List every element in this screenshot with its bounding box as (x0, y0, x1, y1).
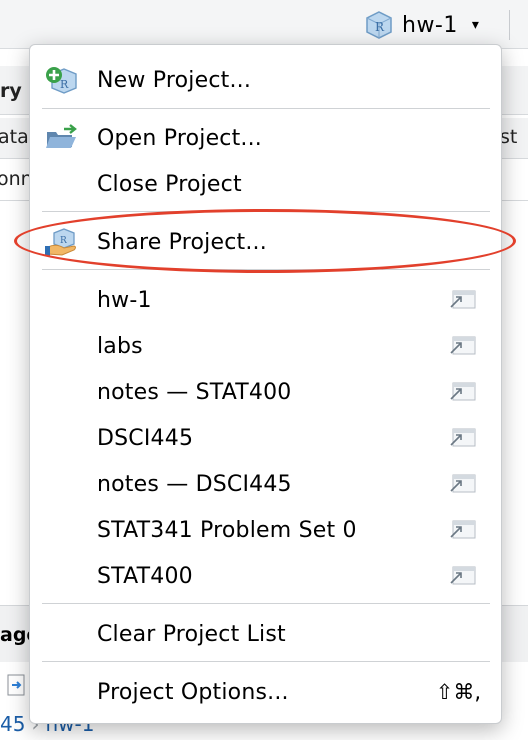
menu-item-share-project[interactable]: R Share Project... (30, 222, 501, 262)
menu-divider (42, 603, 490, 604)
menu-divider (42, 269, 490, 270)
project-name: hw-1 (402, 12, 458, 38)
menu-item-open-project[interactable]: Open Project... (30, 118, 501, 158)
recent-project-item[interactable]: STAT341 Problem Set 0 (30, 510, 501, 550)
pane-right-tab-strip (498, 66, 528, 115)
menu-item-label: Project Options... (97, 679, 289, 705)
menu-item-clear-project-list[interactable]: Clear Project List (30, 614, 501, 654)
menu-divider (42, 211, 490, 212)
menu-item-label: Share Project... (97, 229, 267, 255)
svg-text:R: R (375, 20, 385, 34)
open-in-new-session-icon[interactable] (447, 519, 477, 541)
keyboard-shortcut: ⇧⌘, (435, 680, 481, 704)
menu-divider (42, 661, 490, 662)
breadcrumb-item[interactable]: 45 (0, 712, 25, 736)
pane-right-fragment: st (498, 118, 528, 159)
open-in-new-session-icon[interactable] (447, 335, 477, 357)
menu-item-label: Open Project... (97, 125, 263, 151)
menu-item-label: New Project... (97, 67, 252, 93)
open-in-new-session-icon[interactable] (447, 565, 477, 587)
chevron-down-icon: ▾ (471, 17, 479, 33)
recent-project-label: DSCI445 (97, 425, 194, 451)
pane-right-row-strip (498, 160, 528, 201)
pane-tab-fragment: ry (0, 66, 30, 115)
project-menu: R New Project... Open Project... Close P… (29, 44, 502, 724)
menu-item-label: Close Project (97, 171, 242, 197)
recent-project-label: labs (97, 333, 143, 359)
open-in-new-session-icon[interactable] (447, 427, 477, 449)
recent-project-label: STAT400 (97, 563, 193, 589)
toolbar-divider (509, 10, 510, 40)
svg-text:R: R (60, 78, 69, 91)
recent-project-label: hw-1 (97, 287, 152, 313)
new-project-icon: R (46, 67, 77, 94)
recent-project-item[interactable]: notes — DSCI445 (30, 464, 501, 504)
open-in-new-session-icon[interactable] (447, 473, 477, 495)
open-in-new-session-icon[interactable] (447, 381, 477, 403)
go-to-directory-icon[interactable] (6, 672, 28, 698)
pane-row-fragment: onn (0, 160, 30, 201)
menu-item-new-project[interactable]: R New Project... (30, 60, 501, 100)
recent-project-item[interactable]: STAT400 (30, 556, 501, 596)
pane-toolbar-fragment: ata (0, 118, 30, 159)
recent-project-label: notes — STAT400 (97, 379, 292, 405)
recent-project-item[interactable]: notes — STAT400 (30, 372, 501, 412)
r-project-icon: R (366, 11, 392, 39)
main-toolbar: R hw-1 ▾ (0, 0, 528, 49)
open-folder-icon (46, 124, 77, 148)
recent-project-item[interactable]: DSCI445 (30, 418, 501, 458)
menu-item-label: Clear Project List (97, 621, 286, 647)
svg-text:R: R (60, 236, 67, 246)
share-project-icon: R (45, 228, 76, 256)
menu-item-close-project[interactable]: Close Project (30, 164, 501, 204)
project-switcher[interactable]: R hw-1 ▾ (364, 10, 479, 40)
recent-project-item[interactable]: labs (30, 326, 501, 366)
menu-item-project-options[interactable]: Project Options... ⇧⌘, (30, 672, 501, 712)
recent-project-label: STAT341 Problem Set 0 (97, 517, 357, 543)
open-in-new-session-icon[interactable] (447, 289, 477, 311)
recent-project-item[interactable]: hw-1 (30, 280, 501, 320)
menu-divider (42, 108, 490, 109)
recent-project-label: notes — DSCI445 (97, 471, 292, 497)
